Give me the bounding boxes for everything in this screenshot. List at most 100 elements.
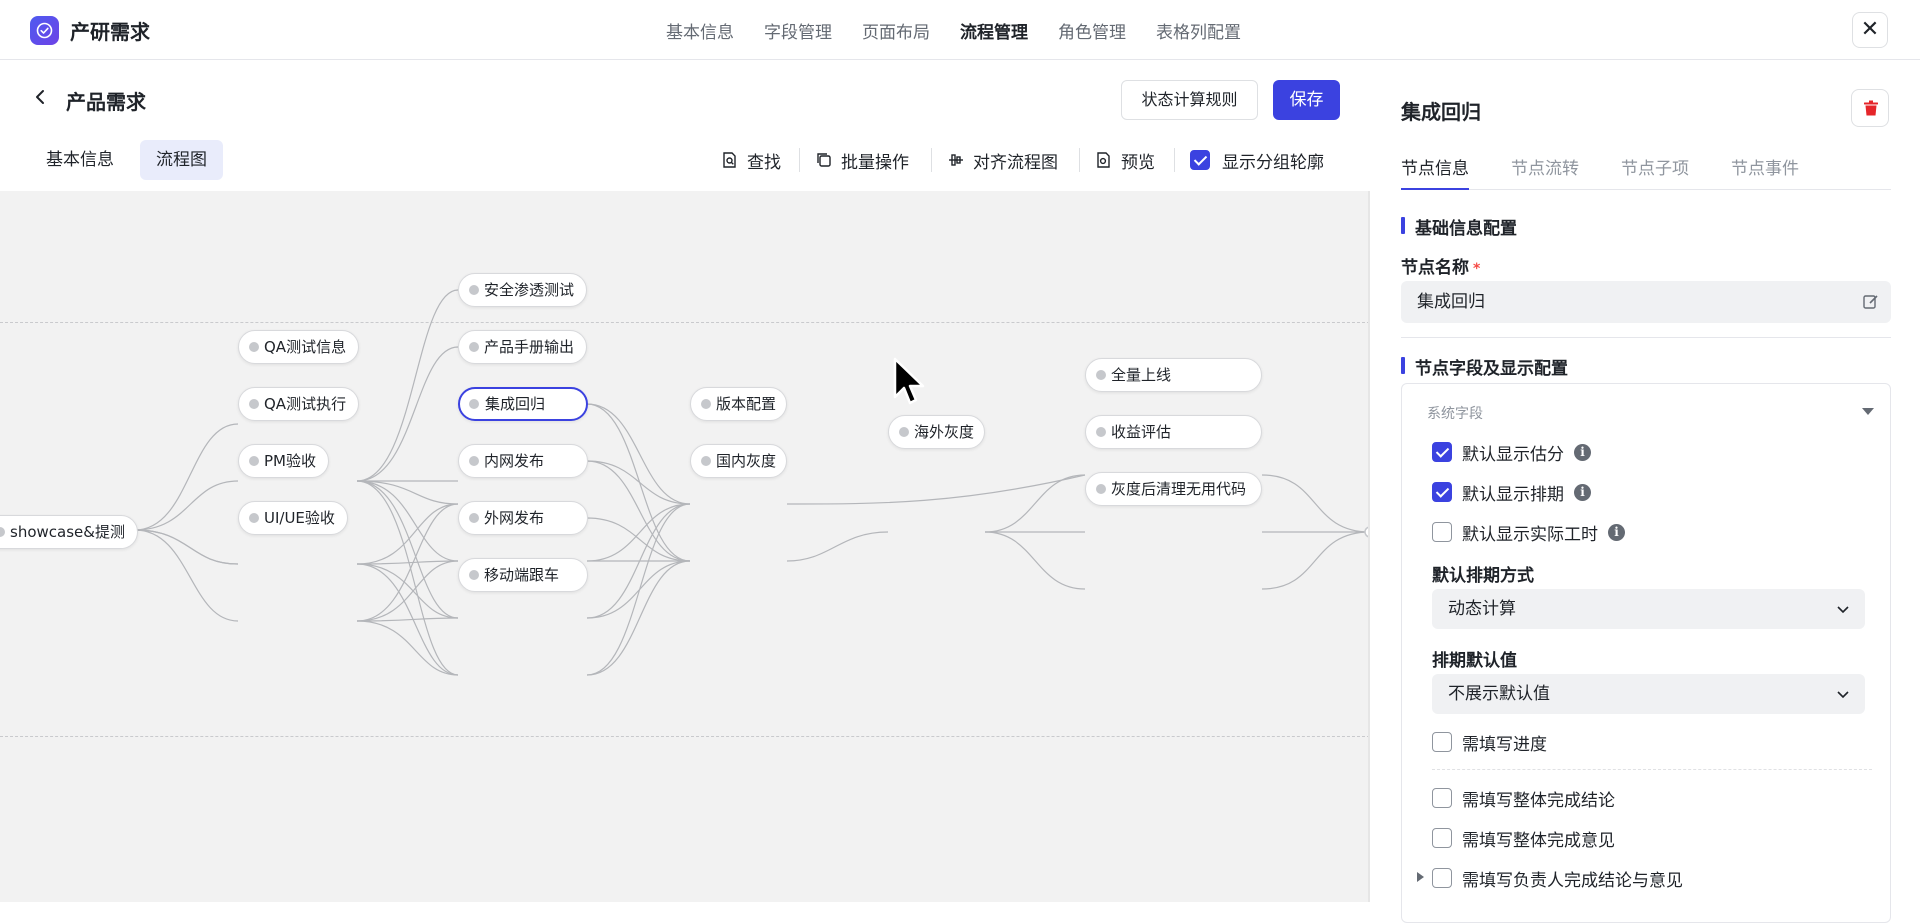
checkbox-row-overall-conclusion[interactable]: 需填写整体完成结论 (1432, 786, 1615, 811)
section-divider (1401, 337, 1891, 338)
node-label: UI/UE验收 (264, 509, 335, 527)
flow-node-mobile-follow[interactable]: 移动端跟车 (458, 558, 588, 592)
info-icon[interactable]: i (1608, 523, 1625, 541)
tab-flow-chart[interactable]: 流程图 (140, 140, 223, 180)
flow-node-revenue-eval[interactable]: 收益评估 (1085, 415, 1262, 449)
tab-node-events[interactable]: 节点事件 (1731, 154, 1799, 190)
node-port (469, 285, 479, 295)
flow-edges (134, 289, 1370, 676)
checkbox-overall-opinion[interactable] (1432, 828, 1452, 848)
tab-basic-info[interactable]: 基本信息 (30, 140, 130, 180)
edit-icon[interactable] (1862, 293, 1879, 310)
checkbox-estimate[interactable] (1432, 442, 1452, 462)
mouse-cursor-icon (893, 357, 925, 405)
flow-node-uiue-accept[interactable]: UI/UE验收 (238, 501, 348, 535)
preview-icon (1097, 152, 1110, 168)
checkbox-overall-conclusion[interactable] (1432, 788, 1452, 808)
preview-button[interactable]: 预览 (1095, 140, 1155, 180)
system-fields-label: 系统字段 (1427, 406, 1483, 422)
info-icon[interactable]: i (1574, 443, 1591, 461)
checkbox-actual-hours[interactable] (1432, 522, 1452, 542)
info-icon[interactable]: i (1574, 483, 1591, 501)
node-port (469, 342, 479, 352)
flow-node-qa-info[interactable]: QA测试信息 (238, 330, 360, 364)
inner-divider (1432, 769, 1872, 770)
checkbox-owner-conclusion[interactable] (1432, 868, 1452, 888)
flow-node-integration-selected[interactable]: 集成回归 (458, 387, 588, 421)
node-label: QA测试信息 (264, 338, 347, 356)
tab-node-subitems[interactable]: 节点子项 (1621, 154, 1689, 190)
tab-node-flow[interactable]: 节点流转 (1511, 154, 1579, 190)
schedule-mode-label: 默认排期方式 (1432, 566, 1534, 586)
checkbox-row-estimate[interactable]: 默认显示估分 i (1432, 440, 1591, 465)
chevron-down-icon (1837, 691, 1849, 699)
checkbox-row-overall-opinion[interactable]: 需填写整体完成意见 (1432, 826, 1615, 851)
save-button[interactable]: 保存 (1273, 80, 1340, 120)
close-button[interactable]: ✕ (1852, 12, 1888, 48)
flow-node-manual-output[interactable]: 产品手册输出 (458, 330, 588, 364)
batch-operation-button[interactable]: 批量操作 (815, 140, 909, 180)
node-port (469, 570, 479, 580)
checkbox-row-owner-conclusion[interactable]: 需填写负责人完成结论与意见 (1432, 866, 1683, 891)
panel-tabs: 节点信息 节点流转 节点子项 节点事件 (1401, 150, 1891, 190)
show-group-checkbox[interactable] (1190, 150, 1210, 170)
checkbox-row-actual-hours[interactable]: 默认显示实际工时 i (1432, 520, 1625, 545)
flow-node-cleanup-code[interactable]: 灰度后清理无用代码 (1085, 472, 1262, 506)
node-port (899, 427, 909, 437)
node-port (249, 342, 259, 352)
nav-field-management[interactable]: 字段管理 (764, 18, 832, 43)
node-label: 外网发布 (484, 509, 545, 527)
app-title: 产研需求 (70, 20, 150, 44)
node-port (249, 399, 259, 409)
flow-node-extranet-release[interactable]: 外网发布 (458, 501, 588, 535)
node-label: 海外灰度 (914, 423, 975, 441)
node-port (0, 527, 5, 537)
flow-node-showcase[interactable]: showcase&提测 (0, 515, 138, 549)
nav-basic-info[interactable]: 基本信息 (666, 18, 734, 43)
node-label: QA测试执行 (264, 395, 347, 413)
checkbox-progress[interactable] (1432, 732, 1452, 752)
nav-flow-management[interactable]: 流程管理 (960, 18, 1028, 43)
show-group-label: 显示分组轮廓 (1222, 152, 1324, 173)
flow-node-version-config[interactable]: 版本配置 (690, 387, 787, 421)
expand-caret-icon[interactable] (1417, 872, 1424, 882)
flow-node-domestic-gray[interactable]: 国内灰度 (690, 444, 787, 478)
back-arrow-icon[interactable] (30, 86, 52, 108)
status-rule-button[interactable]: 状态计算规则 (1121, 80, 1258, 120)
collapse-caret-icon[interactable] (1862, 408, 1874, 415)
checkbox-row-progress[interactable]: 需填写进度 (1432, 730, 1547, 755)
schedule-mode-select[interactable]: 动态计算 (1432, 589, 1865, 629)
delete-node-button[interactable] (1851, 89, 1889, 127)
nav-table-column-config[interactable]: 表格列配置 (1156, 18, 1241, 43)
checkbox-label: 默认显示实际工时 (1462, 524, 1598, 545)
node-label: 国内灰度 (716, 452, 777, 470)
node-label: PM验收 (264, 452, 316, 470)
field-display-section-title: 节点字段及显示配置 (1401, 354, 1568, 379)
flow-node-intranet-release[interactable]: 内网发布 (458, 444, 588, 478)
node-name-input[interactable]: 集成回归 (1401, 281, 1891, 323)
checkbox-schedule[interactable] (1432, 482, 1452, 502)
nav-role-management[interactable]: 角色管理 (1058, 18, 1126, 43)
find-button[interactable]: 查找 (721, 140, 781, 180)
node-port (469, 513, 479, 523)
tab-node-info[interactable]: 节点信息 (1401, 154, 1469, 190)
flow-node-full-launch[interactable]: 全量上线 (1085, 358, 1262, 392)
flow-canvas[interactable]: showcase&提测 QA测试信息 QA测试执行 PM验收 UI/UE验收 安… (0, 191, 1370, 902)
node-name-label-text: 节点名称 (1401, 258, 1469, 278)
checkbox-label: 默认显示排期 (1462, 484, 1564, 505)
node-port (249, 456, 259, 466)
schedule-default-select[interactable]: 不展示默认值 (1432, 674, 1865, 714)
batch-label: 批量操作 (841, 152, 909, 173)
flow-node-overseas-gray[interactable]: 海外灰度 (888, 415, 985, 449)
align-flow-button[interactable]: 对齐流程图 (947, 140, 1058, 180)
schedule-mode-value: 动态计算 (1448, 599, 1516, 619)
canvas-divider (1368, 191, 1370, 902)
flow-node-pm-accept[interactable]: PM验收 (238, 444, 329, 478)
top-bar: 产研需求 基本信息 字段管理 页面布局 流程管理 角色管理 表格列配置 ✕ (0, 0, 1920, 60)
flow-node-security-test[interactable]: 安全渗透测试 (458, 273, 588, 307)
show-group-outline-toggle[interactable]: 显示分组轮廓 (1190, 140, 1324, 180)
checkbox-row-schedule[interactable]: 默认显示排期 i (1432, 480, 1591, 505)
flow-node-qa-exec[interactable]: QA测试执行 (238, 387, 360, 421)
nav-page-layout[interactable]: 页面布局 (862, 18, 930, 43)
basic-config-section-title: 基础信息配置 (1401, 214, 1517, 239)
